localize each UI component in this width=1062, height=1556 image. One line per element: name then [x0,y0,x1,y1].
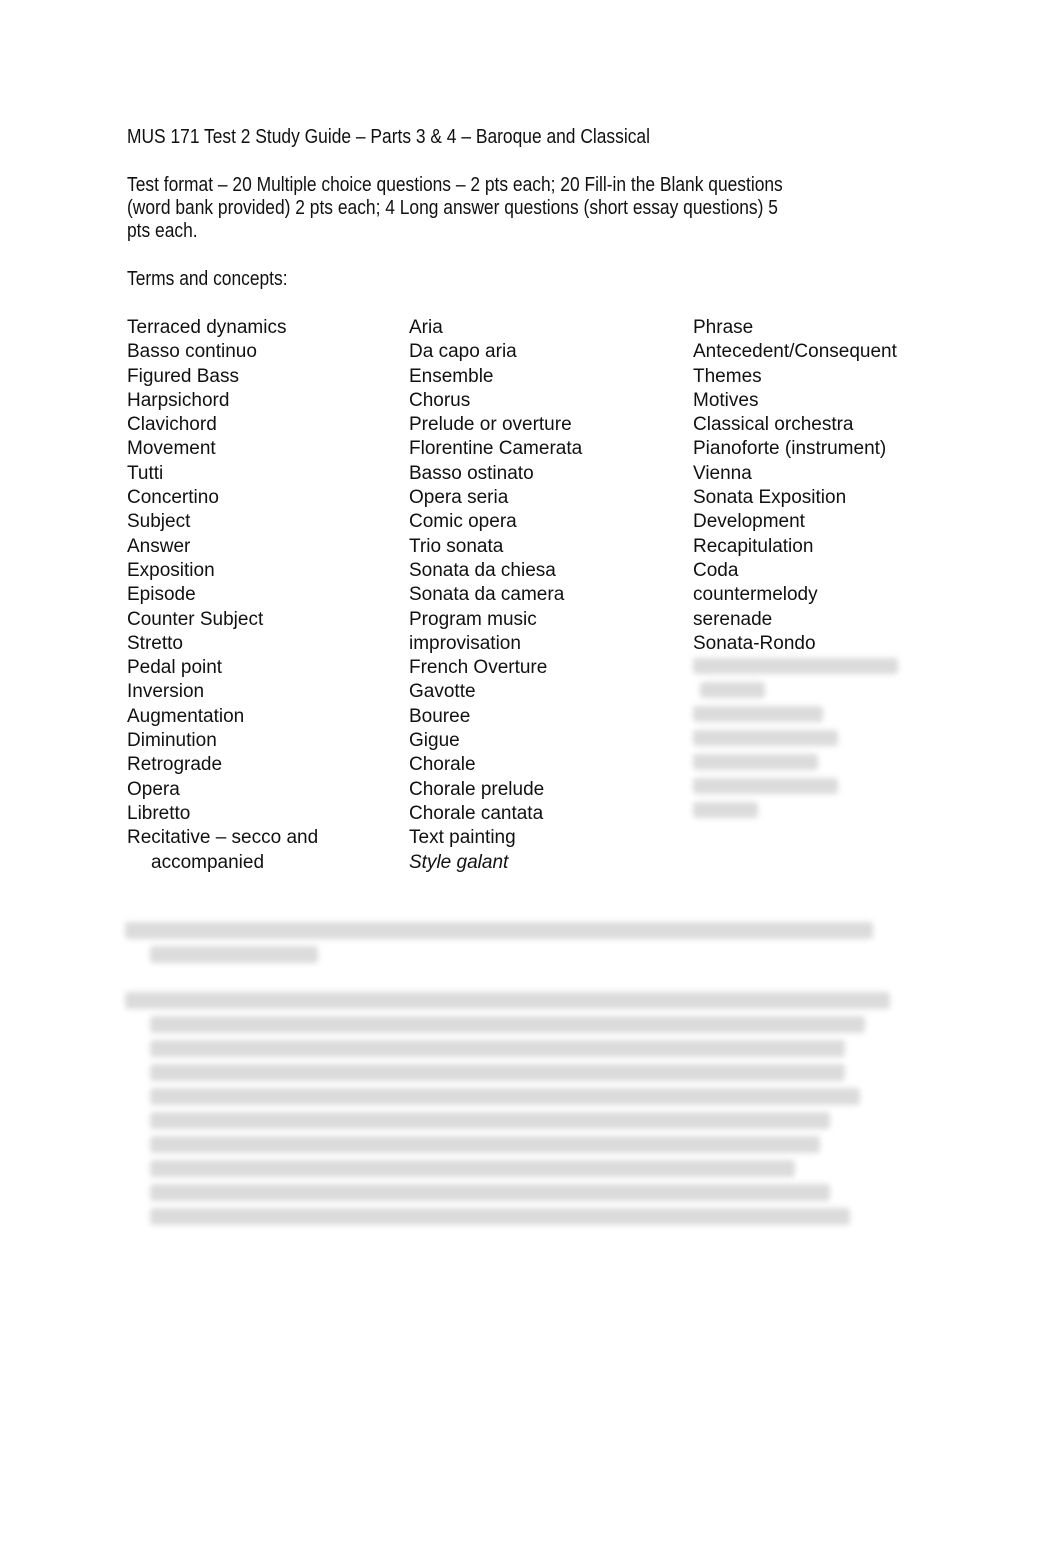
term-item: Exposition [127,559,215,581]
term-item: Pedal point [127,657,223,679]
term-item: serenade [693,608,773,630]
term-item: Recitative – secco and [127,827,319,849]
term-item: Tutti [127,462,164,484]
term-item: Opera seria [409,487,509,509]
term-item: Pianoforte (instrument) [693,438,887,460]
terms-column-3: Phrase Antecedent/Consequent Themes Motives… [693,317,897,657]
term-item: Antecedent/Consequent [693,341,897,363]
term-item: Terraced dynamics [127,317,287,338]
terms-column-1: Terraced dynamics Basso continuo Figured B… [127,317,318,876]
term-item: Ensemble [409,365,494,387]
term-item: Movement [127,438,216,460]
term-item: French Overture [409,657,548,679]
term-item: Harpsichord [127,389,230,411]
term-item: Text painting [409,827,516,849]
term-item: Gigue [409,730,460,752]
term-item: Vienna [693,462,752,484]
term-item: Subject [127,511,191,533]
term-item: Libretto [127,802,191,824]
document-title: MUS 171 Test 2 Study Guide – Parts 3 & 4… [127,126,650,148]
term-item: Coda [693,559,739,581]
term-item: Sonata da camera [409,584,565,606]
term-item: Figured Bass [127,365,239,387]
term-item: Concertino [127,487,219,509]
term-item: Development [693,511,805,533]
test-format-line: Test format – 20 Multiple choice questio… [127,174,783,196]
term-item: Diminution [127,730,217,752]
term-item: improvisation [409,632,521,654]
term-item: accompanied [151,851,265,873]
term-item: Basso continuo [127,341,257,363]
term-item: Florentine Camerata [409,438,583,460]
term-item: Sonata Exposition [693,487,847,509]
document-page: MUS 171 Test 2 Study Guide – Parts 3 & 4… [0,0,1062,1556]
term-item: Style galant [409,851,509,873]
test-format-line: (word bank provided) 2 pts each; 4 Long … [127,197,778,219]
test-format-line: pts each. [127,220,198,242]
term-item: Counter Subject [127,608,264,630]
term-item: Sonata da chiesa [409,559,556,581]
term-item: Chorale [409,754,476,776]
term-item: Stretto [127,632,183,654]
term-item: Aria [409,317,443,338]
term-item: Chorale prelude [409,778,545,800]
term-item: Retrograde [127,754,223,776]
term-item: Recapitulation [693,535,814,557]
term-item: Bouree [409,705,471,727]
test-format-paragraph: Test format – 20 Multiple choice questio… [127,174,783,243]
term-item: Prelude or overture [409,414,572,436]
term-item: countermelody [693,584,818,606]
term-item: Basso ostinato [409,462,534,484]
term-item: Program music [409,608,537,630]
term-item: Opera [127,778,180,800]
term-item: Clavichord [127,414,217,436]
term-item: Motives [693,389,759,411]
term-item: Chorus [409,389,471,411]
term-item: Trio sonata [409,535,504,557]
term-item: Comic opera [409,511,517,533]
term-item: Themes [693,365,762,387]
term-item: Classical orchestra [693,414,854,436]
term-item: Gavotte [409,681,476,703]
terms-heading: Terms and concepts: [127,268,288,290]
terms-column-2: Aria Da capo aria Ensemble Chorus Prelude or… [409,317,582,876]
term-item: Da capo aria [409,341,517,363]
term-item: Inversion [127,681,205,703]
term-item: Sonata-Rondo [693,632,816,654]
term-item: Episode [127,584,196,606]
term-item: Phrase [693,317,754,338]
term-item: Chorale cantata [409,802,544,824]
term-item: Augmentation [127,705,245,727]
term-item: Answer [127,535,191,557]
